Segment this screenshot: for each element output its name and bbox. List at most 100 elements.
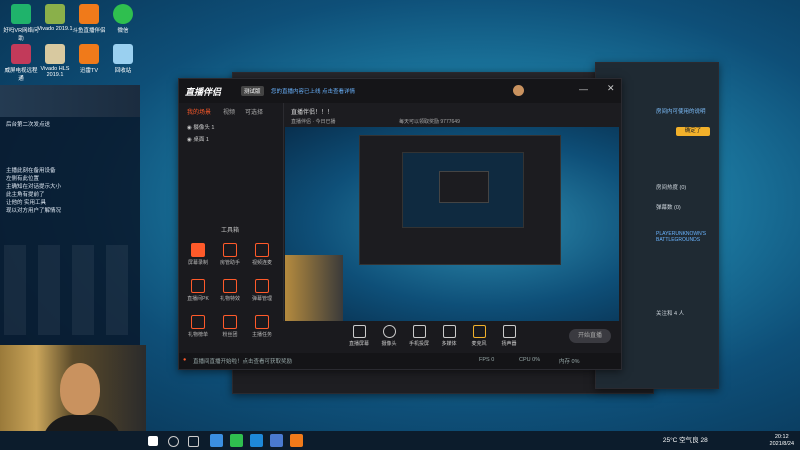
minimize-icon[interactable]: — bbox=[579, 84, 588, 94]
app-icon bbox=[11, 44, 31, 64]
preview-webcam bbox=[285, 255, 343, 321]
desktop-icon[interactable]: 迅雷TV bbox=[70, 44, 108, 74]
wechat-icon bbox=[113, 4, 133, 24]
desktop-icon[interactable]: Vivado 2019.1 bbox=[36, 4, 74, 32]
overlay-line: 后台第二次发点送 bbox=[6, 122, 51, 128]
status-bar: ● 直播间直播开始啦！点击查看可获取奖励 FPS 0 CPU 0% 内存 0% bbox=[179, 353, 621, 369]
overlay-line: 左侧有此位置 bbox=[6, 176, 40, 182]
scene-item[interactable]: ◉ 桌面 1 bbox=[187, 135, 209, 143]
app-icon bbox=[45, 4, 65, 24]
side-panel-item: 弹幕数 (0) bbox=[656, 205, 681, 211]
speaker-icon bbox=[502, 325, 516, 338]
title-bar: 直播伴侣 测试版 您的直播内容已上线 点击查看详情 — ✕ bbox=[179, 79, 621, 103]
nested-window-inner bbox=[402, 152, 524, 228]
tool-pk[interactable]: 直播间PK bbox=[183, 279, 213, 302]
screen-capture-button[interactable]: 直播屏幕 bbox=[343, 325, 375, 347]
side-panel-item: 房间热度 (0) bbox=[656, 185, 687, 191]
browser-icon[interactable] bbox=[250, 434, 263, 447]
toolbox-header: 工具箱 bbox=[221, 228, 240, 234]
speaker-button[interactable]: 扬声器 bbox=[493, 325, 525, 347]
overlay-icon-grid bbox=[4, 245, 134, 335]
app-icon bbox=[79, 4, 99, 24]
avatar[interactable] bbox=[513, 85, 524, 96]
tool-gift-effect[interactable]: 礼物特效 bbox=[215, 279, 245, 302]
camera-icon bbox=[382, 325, 396, 338]
desktop-icon[interactable]: 斗鱼直播伴侣 bbox=[70, 4, 108, 34]
pk-icon bbox=[191, 279, 205, 293]
live-companion-window: 直播伴侣 测试版 您的直播内容已上线 点击查看详情 — ✕ 我的场景 视频 可选… bbox=[178, 78, 622, 370]
desktop-icon[interactable]: 威屏电视远程通 bbox=[2, 44, 40, 82]
overlay-line: 现以对方用户了解情况 bbox=[6, 208, 62, 214]
status-text[interactable]: 直播间直播开始啦！点击查看可获取奖励 bbox=[193, 357, 292, 365]
rank-icon bbox=[191, 315, 205, 329]
app-icon bbox=[11, 4, 31, 24]
preview-stage[interactable] bbox=[285, 127, 619, 321]
video-icon bbox=[255, 243, 269, 257]
gift-icon bbox=[223, 279, 237, 293]
background-window-footer bbox=[233, 369, 653, 393]
search-icon[interactable] bbox=[168, 436, 179, 447]
desktop-icon[interactable]: 回收站 bbox=[104, 44, 142, 74]
overlay-line: 让他的 实用工具 bbox=[6, 200, 47, 206]
tool-danmaku[interactable]: 弹幕管理 bbox=[247, 279, 277, 302]
tab-my-scenes[interactable]: 我的场景 bbox=[187, 107, 211, 116]
recycle-bin-icon bbox=[113, 44, 133, 64]
wechat-icon[interactable] bbox=[230, 434, 243, 447]
desktop-icon[interactable]: 好吗VR网络问助 bbox=[2, 4, 40, 42]
room-title[interactable]: 直播伴侣！！！ bbox=[291, 107, 333, 116]
phone-icon bbox=[412, 325, 426, 338]
status-metric: FPS 0 bbox=[479, 357, 495, 363]
status-metric: CPU 0% bbox=[519, 357, 541, 363]
tool-video-link[interactable]: 视频连麦 bbox=[247, 243, 277, 266]
desktop-icon[interactable]: Vivado HLS 2019.1 bbox=[36, 44, 74, 78]
tool-room-manager[interactable]: 房管助手 bbox=[215, 243, 245, 266]
clock[interactable]: 20:12 2021/8/24 bbox=[770, 434, 794, 447]
nested-window bbox=[359, 135, 561, 265]
scene-sidebar: 我的场景 视频 可选择 ◉ 摄像头 1 ◉ 桌面 1 工具箱 屏幕录制 房管助手… bbox=[179, 103, 284, 369]
system-tray[interactable]: 25°C 空气良 28 20:12 2021/8/24 bbox=[663, 434, 794, 447]
control-bar: 直播屏幕 摄像头 手机投屏 多媒体 麦克风 扬声器 开始直播 bbox=[283, 321, 621, 353]
camera-button[interactable]: 摄像头 bbox=[373, 325, 405, 347]
phone-cast-button[interactable]: 手机投屏 bbox=[403, 325, 435, 347]
tab-selectable[interactable]: 可选择 bbox=[245, 107, 263, 116]
tool-gift-rank[interactable]: 礼物榜单 bbox=[183, 315, 213, 338]
steam-icon[interactable] bbox=[270, 434, 283, 447]
weather-text: 25°C 空气良 28 bbox=[662, 437, 708, 445]
overlay-line: 主播此刻在备用设备 bbox=[6, 168, 56, 174]
record-icon bbox=[191, 243, 205, 257]
start-live-button[interactable]: 开始直播 bbox=[569, 329, 611, 343]
side-panel-item: 关注和 4 人 bbox=[656, 311, 685, 317]
tool-anchor-task[interactable]: 主播任务 bbox=[247, 315, 277, 338]
overlay-line: 主确知在对话提示大小 bbox=[6, 184, 62, 190]
tab-video[interactable]: 视频 bbox=[223, 107, 235, 116]
nested-window-deep bbox=[439, 171, 489, 203]
scene-item[interactable]: ◉ 摄像头 1 bbox=[187, 123, 214, 131]
streamer-face bbox=[60, 363, 100, 415]
desktop-icon[interactable]: 微信 bbox=[104, 4, 142, 34]
tool-screen-record[interactable]: 屏幕录制 bbox=[183, 243, 213, 266]
notice-icon: ● bbox=[183, 357, 187, 363]
version-badge: 测试版 bbox=[241, 86, 264, 96]
side-panel-item: PLAYERUNKNOWN'S BATTLEGROUNDS bbox=[656, 231, 707, 243]
microphone-icon bbox=[472, 325, 486, 338]
side-panel-link[interactable]: 房间内可使用的说明 bbox=[656, 107, 706, 115]
task-icon bbox=[255, 315, 269, 329]
start-icon[interactable] bbox=[148, 436, 158, 446]
media-button[interactable]: 多媒体 bbox=[433, 325, 465, 347]
microphone-button[interactable]: 麦克风 bbox=[463, 325, 495, 347]
user-icon bbox=[223, 243, 237, 257]
media-icon bbox=[442, 325, 456, 338]
taskbar: 25°C 空气良 28 20:12 2021/8/24 bbox=[0, 431, 800, 450]
close-icon[interactable]: ✕ bbox=[607, 83, 615, 94]
live-companion-icon[interactable] bbox=[290, 434, 303, 447]
confirm-button[interactable]: 确定了 bbox=[676, 127, 710, 136]
app-icon bbox=[45, 44, 65, 64]
tool-fan-club[interactable]: 粉丝团 bbox=[215, 315, 245, 338]
app-icon bbox=[79, 44, 99, 64]
info-overlay-panel: 后台第二次发点送 主播此刻在备用设备 左侧有此位置 主确知在对话提示大小 此主角… bbox=[0, 85, 140, 345]
title-notice-link[interactable]: 您的直播内容已上线 点击查看详情 bbox=[271, 87, 355, 95]
task-view-icon[interactable] bbox=[188, 436, 199, 447]
overlay-thumbnails bbox=[0, 85, 140, 117]
monitor-icon bbox=[352, 325, 366, 338]
file-explorer-icon[interactable] bbox=[210, 434, 223, 447]
